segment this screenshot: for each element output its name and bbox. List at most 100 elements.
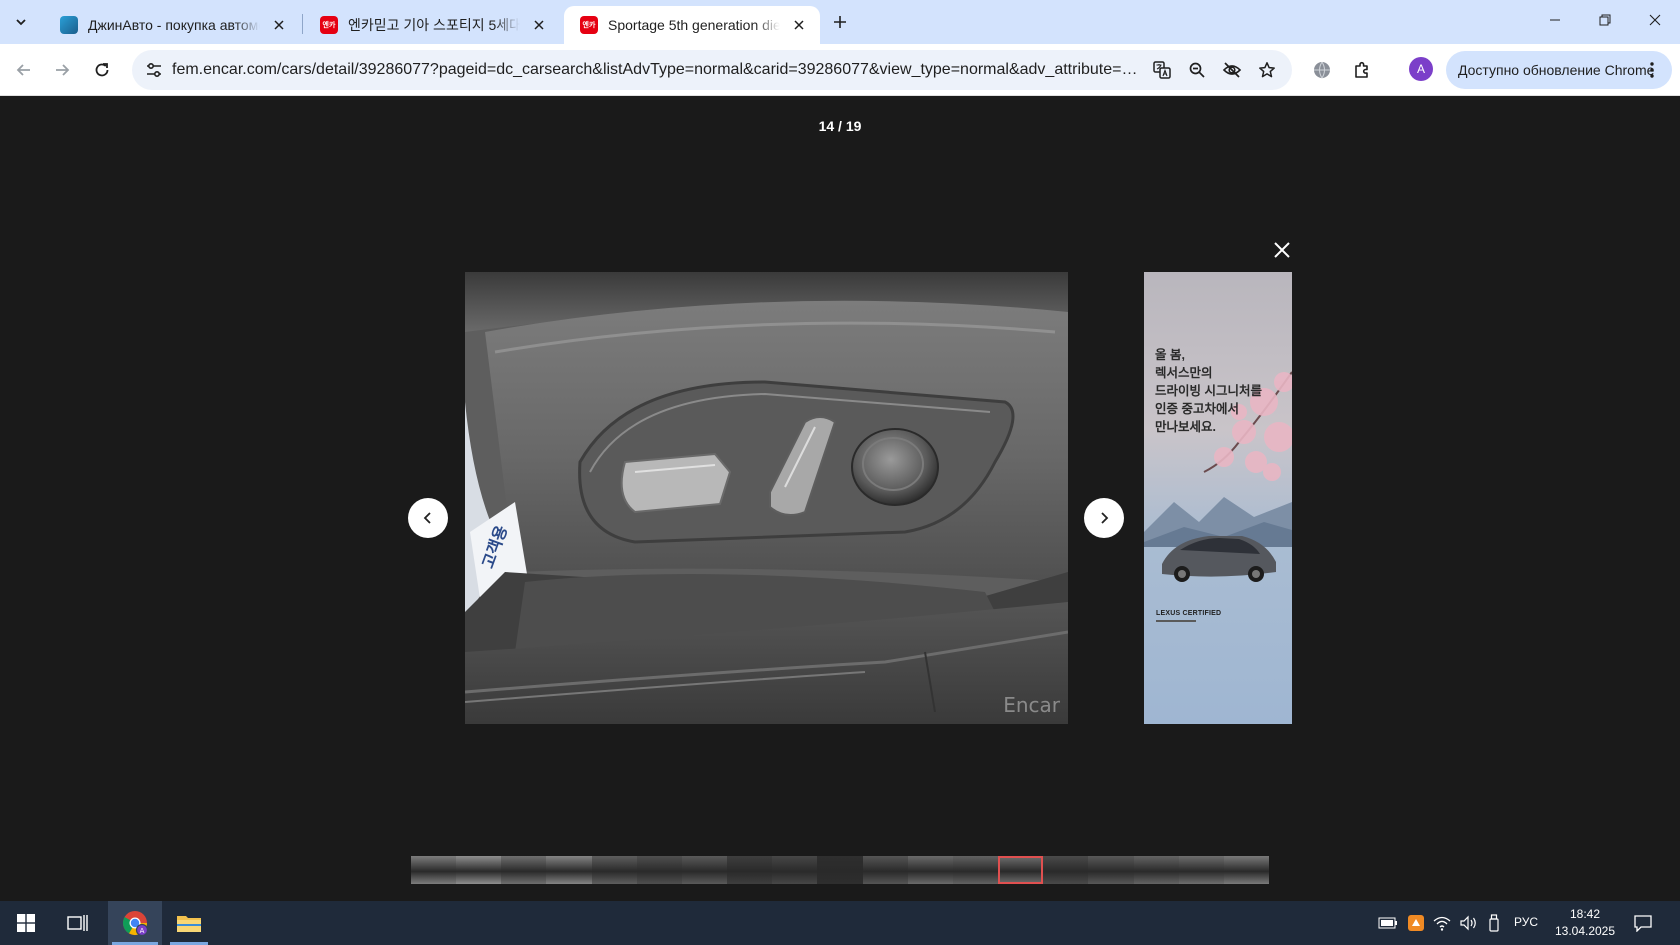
reload-icon: [95, 63, 109, 77]
system-clock[interactable]: 18:42 13.04.2025: [1550, 906, 1620, 940]
speaker-icon: [1460, 915, 1476, 931]
battery-icon: [1378, 917, 1397, 929]
photo-thumbnail[interactable]: [1133, 856, 1179, 884]
photo-thumbnail[interactable]: [1223, 856, 1269, 884]
tab-title: Sportage 5th generation diesel: [608, 17, 780, 33]
tab-search-button[interactable]: [6, 8, 36, 36]
encar-favicon-icon: 엔카: [580, 16, 598, 34]
battery-tray-icon[interactable]: [1378, 913, 1398, 933]
notification-icon: [1634, 915, 1652, 932]
menu-button[interactable]: [1642, 60, 1662, 80]
minimize-button[interactable]: [1530, 0, 1580, 40]
tab-close-button[interactable]: [788, 14, 810, 36]
ad-line: 인증 중고차에서: [1155, 402, 1239, 416]
extensions-button[interactable]: [1348, 56, 1376, 84]
encar-favicon-icon: 엔카: [320, 16, 338, 34]
photo-thumbnail[interactable]: [952, 856, 999, 884]
photo-thumbnail[interactable]: [1088, 856, 1134, 884]
ad-artwork: [1144, 371, 1292, 582]
tab-close-button[interactable]: [268, 14, 290, 36]
photo-thumbnail[interactable]: [456, 856, 502, 884]
usb-drive-icon: [1489, 914, 1499, 932]
ad-line: 올 봄,: [1155, 348, 1185, 362]
photo-thumbnail[interactable]: [998, 856, 1044, 884]
volume-tray-icon[interactable]: [1458, 913, 1478, 933]
windows-taskbar: A РУС 18:42 13.04.2025: [0, 901, 1680, 945]
close-icon: [1649, 14, 1661, 26]
reload-button[interactable]: [88, 56, 116, 84]
folder-icon: [177, 916, 201, 932]
forward-button[interactable]: [48, 56, 76, 84]
app-tray-icon[interactable]: [1406, 913, 1426, 933]
photo-thumbnail[interactable]: [681, 856, 728, 884]
usb-tray-icon[interactable]: [1484, 913, 1504, 933]
task-view-icon: [67, 915, 88, 931]
clock-date: 13.04.2025: [1554, 924, 1616, 938]
zoom-out-icon: [1189, 62, 1205, 78]
photo-thumbnail[interactable]: [1178, 856, 1224, 884]
prev-photo-button[interactable]: [408, 498, 448, 538]
close-icon: [794, 20, 804, 30]
photo-thumbnail[interactable]: [817, 856, 863, 884]
extension-globe-button[interactable]: [1308, 56, 1336, 84]
close-viewer-button[interactable]: [1268, 236, 1296, 264]
photo-viewer: 14 / 19 고객용 Encar 올 봄, 렉서스만의 드라이빙 시그니처를 …: [0, 96, 1680, 901]
bookmark-button[interactable]: [1253, 56, 1281, 84]
site-info-button[interactable]: [140, 56, 168, 84]
globe-icon: [1314, 61, 1330, 79]
tracking-protection-button[interactable]: [1218, 56, 1246, 84]
photo-watermark: Encar: [1003, 693, 1061, 717]
url-text[interactable]: fem.encar.com/cars/detail/39286077?pagei…: [172, 61, 1142, 79]
eye-off-icon: [1222, 62, 1242, 78]
close-icon: [534, 20, 544, 30]
tab-jinauto[interactable]: ДжинАвто - покупка автомобиля: [44, 6, 300, 44]
app-tray-orange-icon: [1408, 915, 1424, 931]
chevron-right-icon: [1101, 512, 1109, 524]
photo-thumbnail[interactable]: [546, 856, 592, 884]
input-language[interactable]: РУС: [1514, 915, 1538, 929]
translate-icon: [1153, 61, 1171, 79]
ad-line: 만나보세요.: [1155, 420, 1216, 434]
photo-thumbnail[interactable]: [501, 856, 547, 884]
address-bar[interactable]: fem.encar.com/cars/detail/39286077?pagei…: [132, 50, 1292, 90]
arrow-left-icon: [16, 64, 30, 76]
thumbnail-strip: [411, 856, 1269, 884]
translate-button[interactable]: [1148, 56, 1176, 84]
taskbar-chrome[interactable]: A: [108, 901, 162, 945]
main-photo: 고객용 Encar: [465, 272, 1068, 724]
photo-thumbnail[interactable]: [636, 856, 682, 884]
taskbar-file-explorer[interactable]: [166, 901, 212, 945]
photo-thumbnail[interactable]: [727, 856, 773, 884]
network-tray-icon[interactable]: [1432, 913, 1452, 933]
browser-toolbar: fem.encar.com/cars/detail/39286077?pagei…: [0, 44, 1680, 96]
restore-button[interactable]: [1580, 0, 1630, 40]
tab-sportage-active[interactable]: 엔카 Sportage 5th generation diesel: [564, 6, 820, 44]
next-photo-button[interactable]: [1084, 498, 1124, 538]
new-tab-button[interactable]: [826, 8, 854, 36]
close-icon: [274, 20, 284, 30]
task-view-button[interactable]: [58, 901, 98, 945]
tab-close-button[interactable]: [528, 14, 550, 36]
ad-brand: LEXUS CERTIFIED: [1156, 610, 1222, 617]
photo-thumbnail[interactable]: [1043, 856, 1089, 884]
close-window-button[interactable]: [1630, 0, 1680, 40]
zoom-button[interactable]: [1183, 56, 1211, 84]
svg-text:A: A: [140, 927, 145, 935]
action-center-button[interactable]: [1633, 913, 1653, 933]
photo-thumbnail[interactable]: [591, 856, 637, 884]
tab-title: ДжинАвто - покупка автомобиля: [88, 17, 260, 33]
minimize-icon: [1550, 19, 1560, 21]
tab-title: 엔카믿고 기아 스포티지 5세대: [348, 17, 520, 33]
photo-thumbnail[interactable]: [907, 856, 953, 884]
back-button[interactable]: [10, 56, 38, 84]
start-button[interactable]: [6, 901, 46, 945]
tab-encar-sportage-kr[interactable]: 엔카 엔카믿고 기아 스포티지 5세대: [304, 6, 560, 44]
photo-thumbnail[interactable]: [772, 856, 818, 884]
chrome-update-button[interactable]: Доступно обновление Chrome: [1446, 51, 1672, 89]
profile-avatar[interactable]: A: [1409, 57, 1433, 81]
photo-thumbnail[interactable]: [411, 856, 457, 884]
lexus-ad-banner[interactable]: 올 봄, 렉서스만의 드라이빙 시그니처를 인증 중고차에서 만나보세요. LE…: [1144, 272, 1292, 724]
photo-thumbnail[interactable]: [862, 856, 908, 884]
kebab-menu-icon: [1650, 62, 1654, 78]
ad-line: 렉서스만의: [1155, 366, 1213, 380]
